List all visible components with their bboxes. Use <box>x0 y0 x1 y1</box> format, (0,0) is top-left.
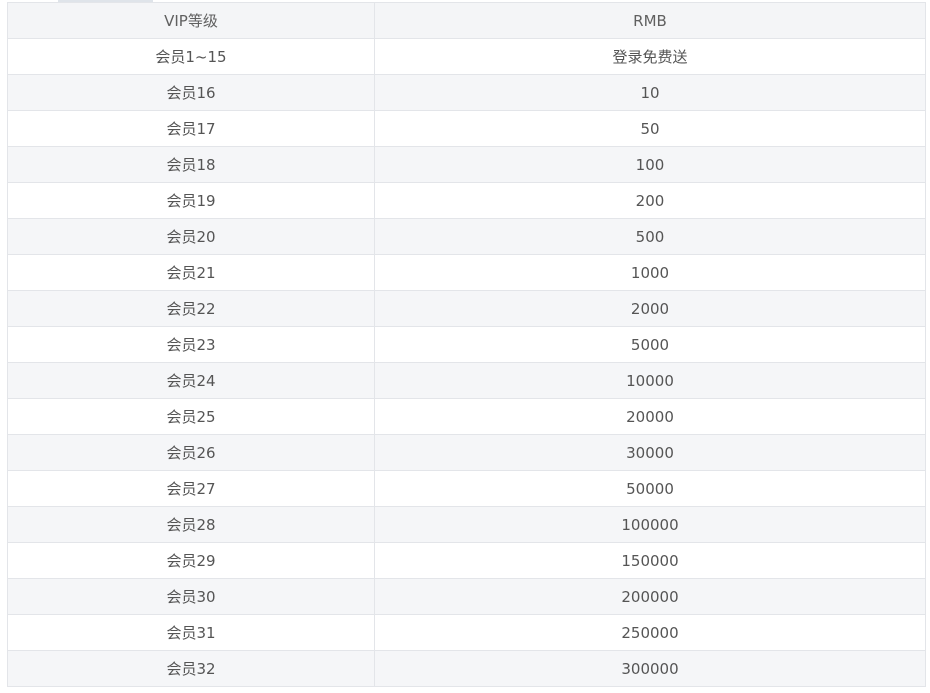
table-row: 会员20 500 <box>7 218 926 255</box>
vip-level-cell: 会员27 <box>7 470 375 507</box>
header-row: VIP等级 RMB <box>7 2 926 39</box>
table-row: 会员1~15 登录免费送 <box>7 38 926 75</box>
table-row: 会员32 300000 <box>7 650 926 687</box>
table-row: 会员24 10000 <box>7 362 926 399</box>
table-header: VIP等级 RMB <box>7 2 926 39</box>
rmb-cell: 10000 <box>374 362 926 399</box>
table-row: 会员17 50 <box>7 110 926 147</box>
rmb-cell: 1000 <box>374 254 926 291</box>
rmb-cell: 100 <box>374 146 926 183</box>
table-row: 会员21 1000 <box>7 254 926 291</box>
table-row: 会员25 20000 <box>7 398 926 435</box>
table-row: 会员19 200 <box>7 182 926 219</box>
vip-level-cell: 会员30 <box>7 578 375 615</box>
rmb-cell: 20000 <box>374 398 926 435</box>
rmb-cell: 300000 <box>374 650 926 687</box>
vip-level-cell: 会员22 <box>7 290 375 327</box>
vip-level-cell: 会员28 <box>7 506 375 543</box>
vip-level-cell: 会员23 <box>7 326 375 363</box>
vip-level-cell: 会员25 <box>7 398 375 435</box>
vip-level-cell: 会员32 <box>7 650 375 687</box>
vip-rmb-table: VIP等级 RMB 会员1~15 登录免费送 会员16 10 会员17 50 会员18… <box>7 2 926 687</box>
rmb-cell: 150000 <box>374 542 926 579</box>
vip-level-cell: 会员31 <box>7 614 375 651</box>
table-row: 会员22 2000 <box>7 290 926 327</box>
rmb-cell: 10 <box>374 74 926 111</box>
vip-level-cell: 会员21 <box>7 254 375 291</box>
rmb-cell: 250000 <box>374 614 926 651</box>
rmb-cell: 200000 <box>374 578 926 615</box>
table-body: 会员1~15 登录免费送 会员16 10 会员17 50 会员18 100 会员19 20… <box>7 38 926 687</box>
table-row: 会员27 50000 <box>7 470 926 507</box>
vip-level-cell: 会员18 <box>7 146 375 183</box>
rmb-cell: 2000 <box>374 290 926 327</box>
table-row: 会员16 10 <box>7 74 926 111</box>
table-row: 会员28 100000 <box>7 506 926 543</box>
table-row: 会员29 150000 <box>7 542 926 579</box>
vip-level-cell: 会员29 <box>7 542 375 579</box>
rmb-cell: 500 <box>374 218 926 255</box>
table-row: 会员18 100 <box>7 146 926 183</box>
rmb-cell: 50000 <box>374 470 926 507</box>
vip-level-cell: 会员20 <box>7 218 375 255</box>
rmb-cell: 50 <box>374 110 926 147</box>
rmb-cell: 5000 <box>374 326 926 363</box>
rmb-cell: 100000 <box>374 506 926 543</box>
rmb-cell: 200 <box>374 182 926 219</box>
table-row: 会员23 5000 <box>7 326 926 363</box>
rmb-cell: 30000 <box>374 434 926 471</box>
vip-level-cell: 会员16 <box>7 74 375 111</box>
vip-level-cell: 会员1~15 <box>7 38 375 75</box>
vip-level-cell: 会员24 <box>7 362 375 399</box>
table-row: 会员26 30000 <box>7 434 926 471</box>
vip-level-cell: 会员19 <box>7 182 375 219</box>
table-row: 会员30 200000 <box>7 578 926 615</box>
header-vip-level: VIP等级 <box>7 2 375 39</box>
table-row: 会员31 250000 <box>7 614 926 651</box>
vip-level-cell: 会员26 <box>7 434 375 471</box>
rmb-cell: 登录免费送 <box>374 38 926 75</box>
header-rmb: RMB <box>374 2 926 39</box>
vip-level-cell: 会员17 <box>7 110 375 147</box>
